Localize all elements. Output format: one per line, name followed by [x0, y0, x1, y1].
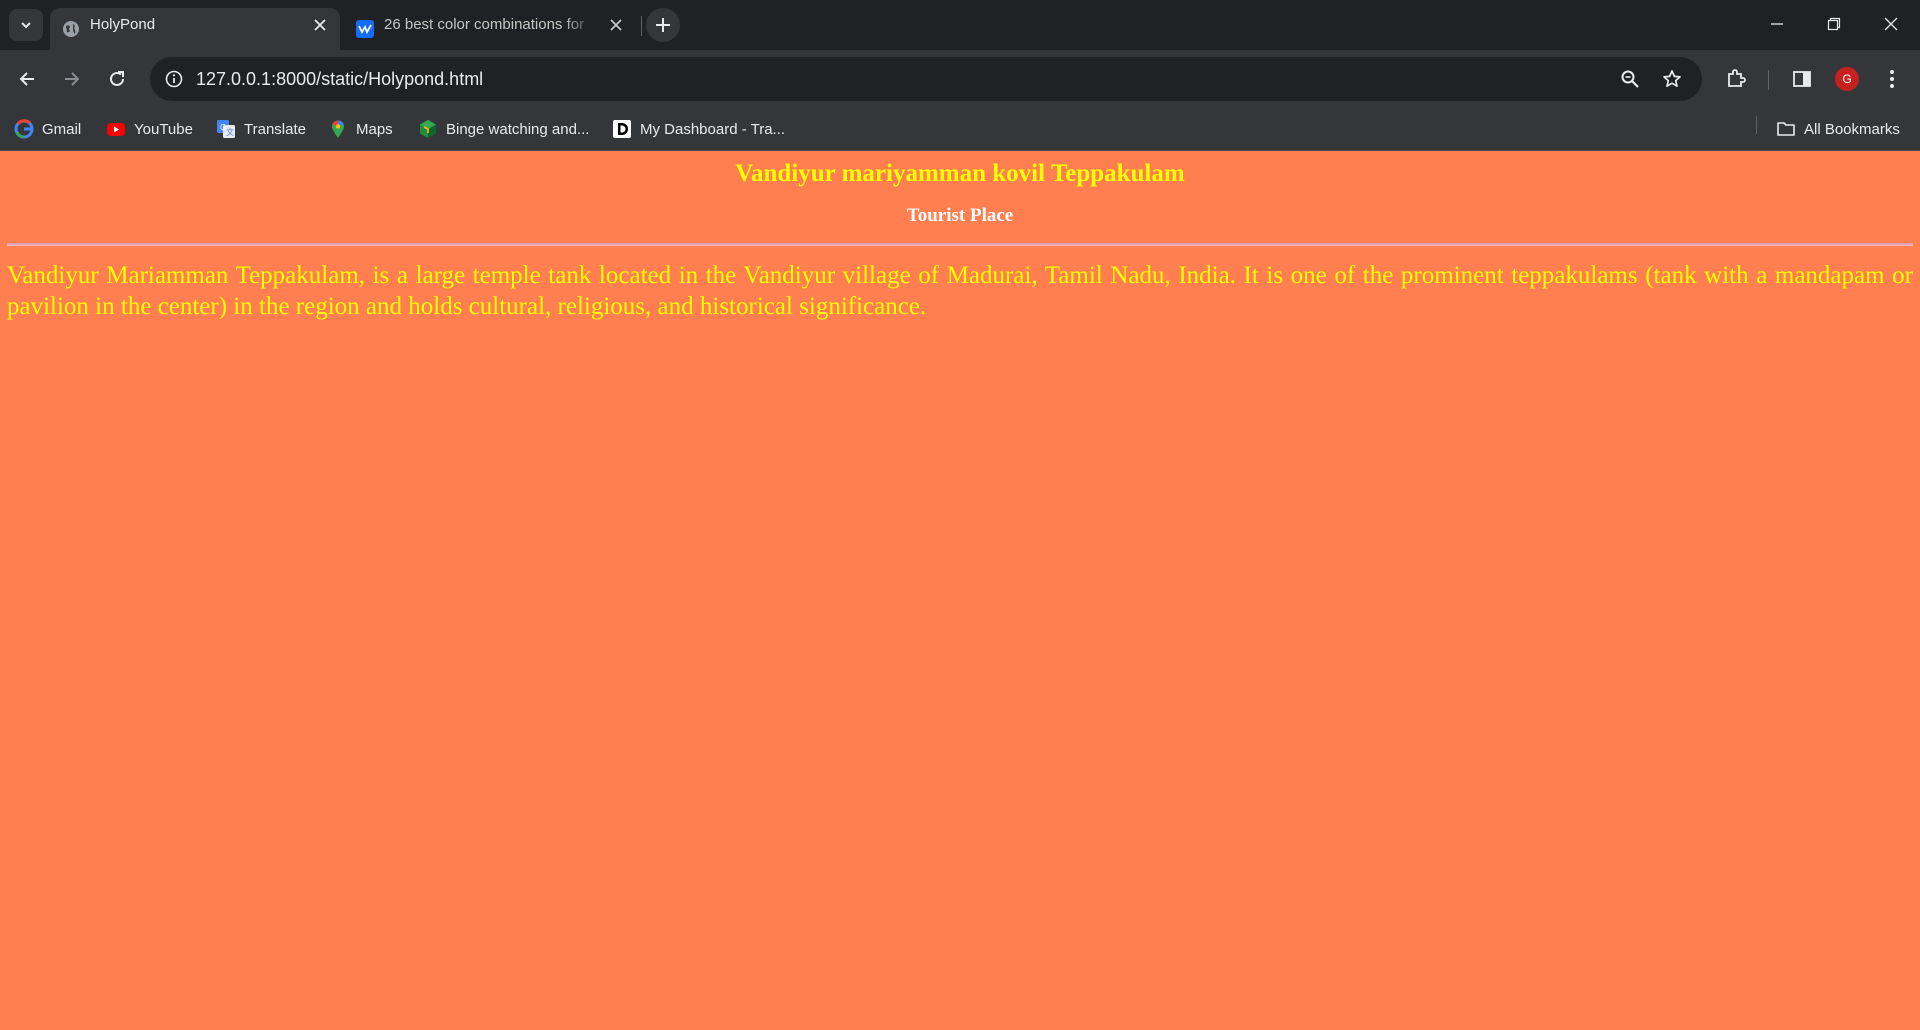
profile-button[interactable]: G: [1829, 61, 1865, 97]
webflow-icon: [356, 20, 374, 38]
binge-icon: [418, 119, 438, 139]
close-window-button[interactable]: [1862, 0, 1920, 48]
bookmark-my-dashboard[interactable]: My Dashboard - Tra...: [612, 116, 785, 142]
bookmark-binge-watching[interactable]: Binge watching and...: [418, 116, 589, 142]
reload-button[interactable]: [99, 61, 135, 97]
page-viewport: Vandiyur mariyamman kovil Teppakulam Tou…: [0, 151, 1920, 1030]
more-vert-icon: [1890, 70, 1894, 88]
minimize-icon: [1771, 23, 1783, 25]
forward-button[interactable]: [54, 61, 90, 97]
maps-icon: [328, 119, 348, 139]
bookmark-youtube[interactable]: YouTube: [106, 116, 193, 142]
side-panel-icon: [1793, 71, 1811, 87]
dashboard-icon: [612, 119, 632, 139]
tab-title: HolyPond: [90, 16, 156, 33]
bookmark-gmail[interactable]: Gmail: [14, 116, 81, 142]
translate-icon: G文: [216, 119, 236, 139]
puzzle-icon: [1728, 69, 1746, 87]
description-paragraph: Vandiyur Mariamman Teppakulam, is a larg…: [7, 262, 1913, 320]
bookmark-maps[interactable]: Maps: [328, 116, 393, 142]
minimize-button[interactable]: [1748, 0, 1806, 48]
zoom-icon[interactable]: [1616, 65, 1644, 93]
extensions-button[interactable]: [1718, 61, 1754, 97]
horizontal-rule: [7, 243, 1913, 246]
close-tab-icon[interactable]: [310, 15, 330, 35]
address-bar[interactable]: 127.0.0.1:8000/static/Holypond.html: [150, 57, 1702, 101]
page-title: Vandiyur mariyamman kovil Teppakulam: [735, 160, 1185, 187]
google-icon: [14, 119, 34, 139]
site-info-icon[interactable]: [160, 65, 188, 93]
restore-icon: [1827, 17, 1841, 31]
url-text: 127.0.0.1:8000/static/Holypond.html: [196, 69, 484, 89]
arrow-right-icon: [65, 72, 80, 86]
bookmarks-divider: [1756, 116, 1757, 134]
bookmark-translate[interactable]: G文 Translate: [216, 116, 306, 142]
svg-text:文: 文: [226, 127, 234, 137]
browser-toolbar: 127.0.0.1:8000/static/Holypond.html G: [0, 50, 1920, 108]
youtube-icon: [106, 119, 126, 139]
bookmark-label: Binge watching and...: [446, 120, 590, 138]
avatar: G: [1835, 67, 1859, 91]
bookmark-label: My Dashboard - Tra...: [640, 120, 786, 138]
tab-color-combinations[interactable]: 26 best color combinations for: [344, 8, 636, 50]
folder-icon: [1776, 119, 1796, 139]
bookmarks-bar: Gmail YouTube G文 Translate Maps Binge wa…: [0, 108, 1920, 151]
tab-search-button[interactable]: [9, 9, 43, 41]
arrow-left-icon: [19, 72, 34, 86]
bookmark-label: Maps: [356, 120, 393, 138]
page-subtitle: Tourist Place: [906, 205, 1014, 226]
plus-icon: [656, 18, 670, 32]
side-panel-button[interactable]: [1784, 61, 1820, 97]
tab-strip: HolyPond 26 best color combinations for: [0, 0, 1920, 50]
bookmark-label: Gmail: [42, 120, 82, 138]
close-icon: [1884, 17, 1898, 31]
chevron-down-icon: [21, 22, 31, 29]
star-icon[interactable]: [1658, 65, 1686, 93]
tab-divider: [641, 16, 642, 36]
close-tab-icon[interactable]: [606, 15, 626, 35]
back-button[interactable]: [9, 61, 45, 97]
reload-icon: [110, 71, 124, 86]
tab-holypond[interactable]: HolyPond: [50, 8, 340, 50]
restore-button[interactable]: [1805, 0, 1863, 48]
toolbar-divider: [1768, 70, 1769, 90]
menu-button[interactable]: [1874, 61, 1910, 97]
bookmark-label: All Bookmarks: [1804, 120, 1900, 138]
tab-title: 26 best color combinations for: [384, 16, 585, 33]
globe-icon: [62, 20, 80, 38]
bookmark-label: YouTube: [134, 120, 193, 138]
all-bookmarks-button[interactable]: All Bookmarks: [1776, 116, 1900, 142]
new-tab-button[interactable]: [646, 8, 680, 42]
bookmark-label: Translate: [244, 120, 306, 138]
